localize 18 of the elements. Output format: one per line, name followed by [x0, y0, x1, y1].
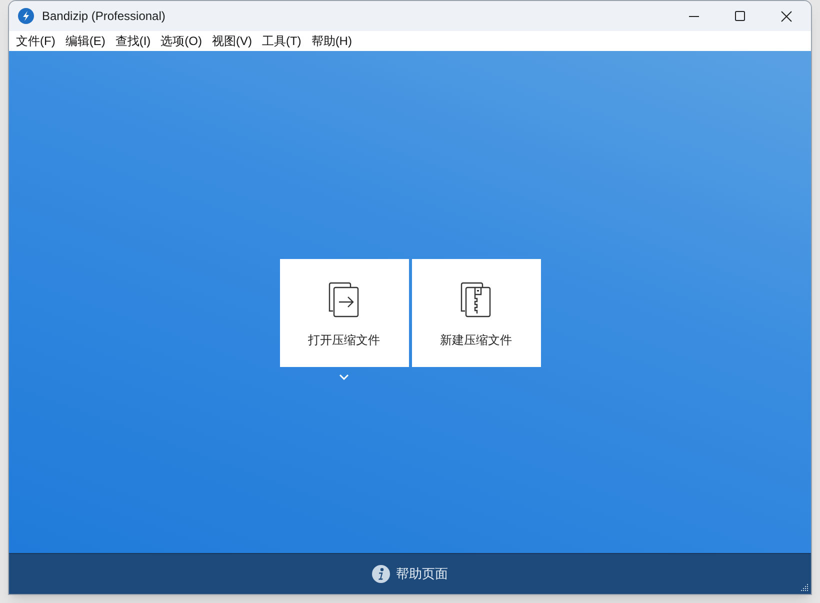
- maximize-icon: [735, 11, 745, 21]
- menu-item[interactable]: 选项(O): [156, 32, 206, 50]
- action-tile[interactable]: 新建压缩文件: [412, 259, 540, 367]
- window-title: Bandizip (Professional): [42, 8, 166, 25]
- info-icon: [372, 565, 390, 583]
- menu-item[interactable]: 帮助(H): [307, 32, 356, 50]
- help-link[interactable]: 帮助页面: [372, 564, 448, 584]
- close-icon: [780, 10, 792, 22]
- open-archive-icon: [327, 281, 361, 319]
- app-logo-icon: [18, 8, 34, 24]
- menu-item[interactable]: 工具(T): [258, 32, 306, 50]
- action-tile[interactable]: 打开压缩文件: [280, 259, 408, 367]
- menu-item[interactable]: 查找(I): [111, 32, 155, 50]
- menu-item[interactable]: 文件(F): [12, 32, 60, 50]
- menu-item[interactable]: 视图(V): [208, 32, 256, 50]
- zip-file-icon: [459, 281, 493, 319]
- chevron-down-icon[interactable]: [339, 374, 349, 380]
- menu-item[interactable]: 编辑(E): [61, 32, 110, 50]
